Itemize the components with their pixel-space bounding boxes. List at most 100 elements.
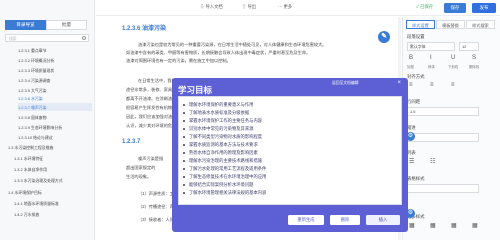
table-style-title: 表格样式 (407, 176, 425, 181)
regenerate-button[interactable]: 重新生成 (288, 215, 324, 225)
sidebar-item[interactable]: 1.4.2 污水排放 (14, 212, 39, 218)
bullet-icon (183, 167, 185, 170)
font-size-select[interactable]: 12 (459, 42, 479, 51)
insert-button[interactable]: 插入 (366, 215, 400, 225)
number-list-icon[interactable]: ☷ (430, 158, 435, 165)
goal-text: 了解水环境管理相关法律法规的基本内容 (189, 190, 267, 195)
underline-label: 下划线 (448, 65, 459, 69)
sidebar-item[interactable]: 1.4.1 地面水环境质量标准 (14, 201, 59, 207)
underline-icon[interactable]: U (451, 55, 455, 61)
sidebar-item[interactable]: 1.3 水污染控制工程及措施 (8, 145, 53, 151)
font-select[interactable]: 默认字体 (407, 42, 455, 51)
goal-text: 了解污水处理的常用工艺流程及适用条件 (189, 166, 267, 171)
more-button[interactable]: ⋯ 更多 (278, 4, 292, 10)
sidebar: 目录导览 批量 搜索 1.2.3.1 重点章节 1.2.3.2 环境概况分析 1… (0, 0, 95, 240)
tab-outline[interactable]: 目录导览 (5, 20, 46, 30)
sidebar-item-selected[interactable]: 1.2.3.6 水污染 (18, 96, 43, 102)
delete-button[interactable]: 删除 (330, 215, 360, 225)
list-section-title: 列表 (407, 150, 416, 155)
paragraph-line: 超出国家规定的 (126, 165, 156, 170)
align-center-icon[interactable]: ≡ (430, 82, 434, 88)
learning-goals-modal: 学习目标 返回至文档编辑 × 理解水环境保护的重要意义与作用 了解地表水水质标准… (172, 78, 408, 232)
goal-text: 掌握水环境保护工作的主要任务与内容 (189, 118, 263, 123)
sidebar-item[interactable]: 1.2.3.1 重点章节 (18, 48, 47, 54)
import-button[interactable]: ⇩ 导入文档 (200, 4, 223, 10)
bullet-icon (183, 103, 185, 106)
style-grid-icon[interactable]: ▦ (472, 222, 478, 229)
paragraph-line: 途径非常多，装修、家具、汽车等 (126, 87, 172, 92)
sidebar-item[interactable]: 1.2.3.2 环境概况分析 (18, 58, 54, 64)
style-grid-icon[interactable]: ▦ (409, 222, 415, 229)
modal-content[interactable]: 理解水环境保护的重要意义与作用 了解地表水水质标准及分级依据 掌握水环境保护工作… (178, 96, 402, 205)
sidebar-search-input[interactable]: 搜索 (5, 34, 89, 42)
bullet-icon (183, 119, 185, 122)
tab-style-search[interactable]: 样式搜索 (466, 20, 495, 29)
sidebar-item[interactable]: 1.2.3.10 结论与建议 (18, 135, 53, 141)
publish-button[interactable]: 发布 (472, 2, 496, 13)
tab-style-settings[interactable]: 样式设置 (406, 20, 435, 29)
modal-title: 学习目标 (178, 85, 213, 95)
goal-item: 了解不同类型污染物对水质的影响程度 (183, 134, 262, 140)
table-style-select[interactable] (407, 184, 479, 193)
paragraph-line: 生活的现象。 (126, 174, 152, 179)
search-icon (82, 36, 86, 40)
align-left-icon[interactable]: ≡ (409, 82, 413, 88)
italic-icon[interactable]: I (430, 55, 432, 61)
align-section-title: 对齐方式 (407, 74, 425, 79)
sidebar-item[interactable]: 1.2.3.4 污染源调查 (18, 78, 50, 84)
return-to-edit-link[interactable]: 返回至文档编辑 (332, 81, 359, 86)
export-label: 导出 (247, 4, 257, 9)
goal-text: 能够结合实际案例分析水环境问题 (189, 182, 254, 187)
sidebar-item[interactable]: 1.2.3.9 生态环境影响分析 (18, 125, 62, 131)
goal-text: 掌握水质监测的基本方法与技术要求 (189, 142, 258, 147)
sidebar-item[interactable]: 1.2.3.8 固体废物 (18, 115, 47, 121)
section-heading: 1.2.3.7 (122, 139, 141, 145)
goal-text: 熟悉水体自净作用的原理及影响因素 (189, 150, 258, 155)
search-placeholder: 搜索 (9, 36, 17, 41)
export-button[interactable]: ⇧ 导出 (242, 4, 256, 10)
bullet-icon (183, 111, 185, 114)
line-spacing-select[interactable]: 1.5 (407, 107, 479, 116)
goal-item: 理解水环境保护的重要意义与作用 (183, 102, 253, 108)
style-grid-icon[interactable]: ▦ (430, 222, 436, 229)
tab-template-replace[interactable]: 模板替换 (436, 20, 465, 29)
goal-item: 掌握水环境保护工作的主要任务与内容 (183, 118, 262, 124)
goal-item: 能够结合实际案例分析水环境问题 (183, 182, 253, 188)
bold-label: 加粗 (407, 65, 414, 69)
save-button[interactable]: 保存 (444, 2, 466, 13)
goal-text: 理解水环境保护的重要意义与作用 (189, 102, 254, 107)
goal-item: 理解水污染治理的主要技术路线和措施 (183, 158, 262, 164)
align-right-icon[interactable]: ≡ (451, 82, 455, 88)
indent-input[interactable] (407, 133, 479, 142)
bullet-icon (183, 191, 185, 194)
bullet-list-icon[interactable]: ☰ (409, 158, 414, 165)
strikethrough-icon[interactable]: S (472, 55, 476, 61)
sidebar-item[interactable]: 1.4 水环境保护目标 (8, 190, 42, 196)
goal-item: 了解地表水水质标准及分级依据 (183, 110, 249, 116)
sidebar-item-active[interactable]: 1.2.3.7 噪声污染 (18, 105, 47, 111)
bullet-icon (183, 127, 185, 130)
paragraph-line: 认识，减少其对环境的危害。 (126, 123, 172, 128)
sidebar-item[interactable]: 1.2.3.5 大气污染 (18, 88, 47, 94)
sidebar-item[interactable]: 1.3.1 水环境特征 (14, 156, 43, 162)
sidebar-item[interactable]: 1.2.3.3 环境质量现状 (18, 68, 54, 74)
bold-icon[interactable]: B (409, 55, 413, 61)
sidebar-item[interactable]: 1.3.2 水体自净作用 (14, 167, 47, 173)
sidebar-tabs: 目录导览 批量 (5, 20, 87, 30)
sidebar-item[interactable]: 1.3.3 水污染治理及处理方式 (14, 178, 63, 184)
paragraph-line: 噪声污染是指 (138, 156, 164, 161)
tab-batch[interactable]: 批量 (46, 20, 87, 30)
saved-status: ✓ 已保存 (416, 4, 433, 10)
close-icon[interactable]: × (397, 80, 401, 86)
goal-item: 了解生态修复技术在水环境治理中的应用 (183, 174, 266, 180)
paragraph-line: 因此，我们应该加强对油漆污染的 (126, 114, 172, 119)
saved-status-text: 已保存 (420, 4, 434, 9)
edit-icon[interactable]: ✎ (378, 31, 390, 43)
goal-item: 了解水环境管理相关法律法规的基本内容 (183, 190, 266, 196)
paragraph-line: 油漆对周围环境也有一定的污染，需在施工中加以控制。 (126, 58, 231, 63)
style-grid-icon[interactable]: ▦ (451, 222, 457, 229)
indent-section-title: 缩进 (407, 125, 416, 130)
goal-text: 理解水污染治理的主要技术路线和措施 (189, 158, 263, 163)
strikethrough-label: 删除线 (469, 65, 480, 69)
section-heading: 1.2.3.6 油漆污染 (122, 26, 167, 32)
